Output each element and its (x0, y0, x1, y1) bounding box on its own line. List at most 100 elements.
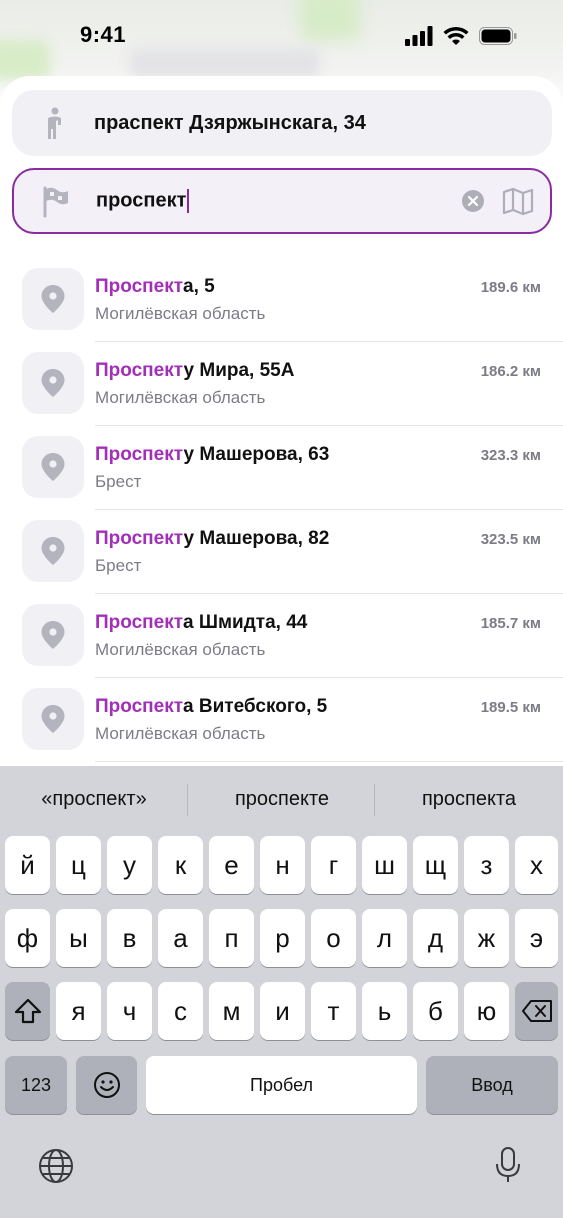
emoji-key[interactable] (76, 1056, 137, 1114)
key[interactable]: ш (362, 836, 407, 894)
battery-icon (479, 27, 517, 45)
suggestion-3[interactable]: проспекта (380, 788, 558, 811)
result-title: Проспекта Шмидта, 44 (95, 612, 308, 633)
result-item[interactable]: Проспекту Машерова, 63 Брест 323.3 км (0, 426, 563, 510)
search-results-list: Проспекта, 5 Могилёвская область 189.6 к… (0, 258, 563, 762)
destination-input[interactable]: проспект (96, 189, 190, 213)
key[interactable]: ь (362, 982, 407, 1040)
key[interactable]: э (515, 909, 558, 967)
key[interactable]: п (209, 909, 254, 967)
key[interactable]: щ (413, 836, 458, 894)
key[interactable]: б (413, 982, 458, 1040)
result-distance: 189.5 км (480, 699, 541, 716)
result-distance: 323.5 км (480, 531, 541, 548)
result-region: Могилёвская область (95, 388, 266, 407)
wifi-icon (443, 26, 469, 45)
location-pin-icon (41, 537, 65, 565)
result-item[interactable]: Проспекту Машерова, 82 Брест 323.5 км (0, 510, 563, 594)
key[interactable]: я (56, 982, 101, 1040)
key[interactable]: в (107, 909, 152, 967)
result-title: Проспекту Мира, 55А (95, 360, 295, 381)
location-pin-icon (41, 453, 65, 481)
shift-key[interactable] (5, 982, 50, 1040)
result-item[interactable]: Проспекта, 5 Могилёвская область 189.6 к… (0, 258, 563, 342)
key[interactable]: у (107, 836, 152, 894)
result-item[interactable]: Проспекта Витебского, 5 Могилёвская обла… (0, 678, 563, 762)
key[interactable]: к (158, 836, 203, 894)
key[interactable]: н (260, 836, 305, 894)
location-pin-icon (41, 369, 65, 397)
keyboard-suggestions: «проспект» проспекте проспекта (0, 766, 563, 834)
key[interactable]: м (209, 982, 254, 1040)
return-key[interactable]: Ввод (426, 1056, 558, 1114)
result-icon-box (22, 268, 84, 330)
result-item[interactable]: Проспекта Шмидта, 44 Могилёвская область… (0, 594, 563, 678)
result-icon-box (22, 352, 84, 414)
result-region: Брест (95, 472, 142, 491)
keyboard: «проспект» проспекте проспекта й ц у к е… (0, 766, 563, 1218)
result-distance: 323.3 км (480, 447, 541, 464)
key[interactable]: р (260, 909, 305, 967)
origin-field[interactable]: праспект Дзяржынскага, 34 (12, 90, 552, 156)
result-region: Могилёвская область (95, 304, 266, 323)
walking-person-icon (48, 107, 61, 139)
divider (95, 761, 563, 762)
result-icon-box (22, 436, 84, 498)
key[interactable]: л (362, 909, 407, 967)
key[interactable]: д (413, 909, 458, 967)
key[interactable]: а (158, 909, 203, 967)
backspace-key[interactable] (515, 982, 558, 1040)
space-key[interactable]: Пробел (146, 1056, 417, 1114)
result-distance: 189.6 км (480, 279, 541, 296)
result-region: Могилёвская область (95, 724, 266, 743)
suggestion-separator (374, 784, 375, 816)
clear-icon[interactable] (462, 190, 484, 212)
destination-field[interactable]: проспект (12, 168, 552, 234)
globe-icon[interactable] (38, 1148, 74, 1184)
backspace-icon (521, 1000, 552, 1022)
numbers-key[interactable]: 123 (5, 1056, 67, 1114)
key[interactable]: т (311, 982, 356, 1040)
result-distance: 186.2 км (480, 363, 541, 380)
key[interactable]: с (158, 982, 203, 1040)
status-time: 9:41 (80, 22, 127, 47)
status-bar: 9:41 (0, 0, 563, 72)
result-icon-box (22, 520, 84, 582)
status-icons (405, 26, 517, 46)
result-region: Могилёвская область (95, 640, 266, 659)
result-distance: 185.7 км (480, 615, 541, 632)
key[interactable]: ф (5, 909, 50, 967)
key[interactable]: е (209, 836, 254, 894)
result-title: Проспекта, 5 (95, 276, 215, 297)
result-title: Проспекта Витебского, 5 (95, 696, 328, 717)
key[interactable]: г (311, 836, 356, 894)
result-region: Брест (95, 556, 142, 575)
cellular-signal-icon (405, 26, 433, 46)
suggestion-1[interactable]: «проспект» (6, 788, 182, 811)
key[interactable]: ж (464, 909, 509, 967)
location-pin-icon (41, 621, 65, 649)
text-cursor (187, 189, 190, 213)
result-item[interactable]: Проспекту Мира, 55А Могилёвская область … (0, 342, 563, 426)
key[interactable]: ю (464, 982, 509, 1040)
origin-value: праспект Дзяржынскага, 34 (94, 111, 366, 134)
microphone-icon[interactable] (494, 1146, 522, 1184)
key[interactable]: й (5, 836, 50, 894)
key[interactable]: ы (56, 909, 101, 967)
map-icon[interactable] (502, 187, 534, 215)
key[interactable]: и (260, 982, 305, 1040)
location-pin-icon (41, 705, 65, 733)
result-title: Проспекту Машерова, 82 (95, 528, 330, 549)
flag-icon (43, 186, 68, 218)
shift-icon (14, 998, 41, 1024)
key[interactable]: ц (56, 836, 101, 894)
key[interactable]: з (464, 836, 509, 894)
result-icon-box (22, 688, 84, 750)
key[interactable]: ч (107, 982, 152, 1040)
suggestion-2[interactable]: проспекте (192, 788, 372, 811)
result-title: Проспекту Машерова, 63 (95, 444, 330, 465)
suggestion-separator (187, 784, 188, 816)
emoji-icon (93, 1072, 120, 1098)
key[interactable]: о (311, 909, 356, 967)
key[interactable]: х (515, 836, 558, 894)
